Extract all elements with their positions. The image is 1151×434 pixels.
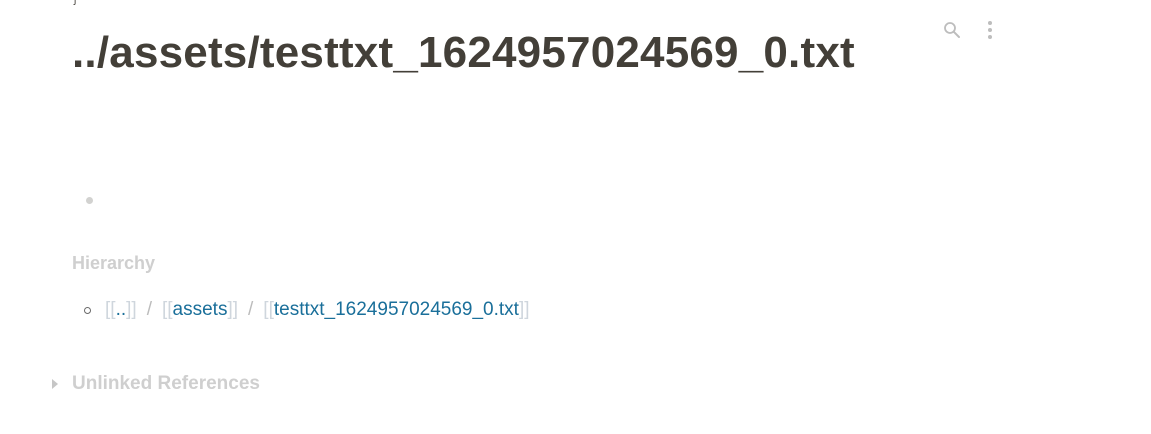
open-bracket: [[ <box>161 299 173 320</box>
path-separator: / <box>146 299 152 320</box>
unlinked-references-toggle[interactable]: Unlinked References <box>52 371 260 397</box>
hierarchy-path: [[..]] / [[assets]] / [[testtxt_16249570… <box>84 296 530 324</box>
open-bracket: [[ <box>263 299 274 320</box>
page-container: ʃ ../assets/testtxt_1624957024569_0.txt <box>0 0 1151 434</box>
page-ref-file[interactable]: testtxt_1624957024569_0.txt <box>274 299 519 321</box>
list-bullet-icon <box>84 306 91 314</box>
page-ref-assets[interactable]: assets <box>173 299 228 321</box>
open-bracket: [[ <box>105 299 116 320</box>
window-edge-mark: ʃ <box>74 0 77 6</box>
page-toolbar <box>940 20 1002 44</box>
close-bracket: ]] <box>126 299 137 320</box>
close-bracket: ]] <box>518 299 530 320</box>
page-title[interactable]: ../assets/testtxt_1624957024569_0.txt <box>72 20 912 86</box>
search-button[interactable] <box>940 20 964 44</box>
path-separator: / <box>248 299 254 320</box>
bullet-dot <box>85 196 93 204</box>
search-icon <box>943 21 961 44</box>
empty-block-bullet[interactable] <box>84 195 94 205</box>
close-bracket: ]] <box>227 299 239 320</box>
caret-right-icon <box>52 379 58 389</box>
more-vertical-icon <box>987 20 993 45</box>
more-options-button[interactable] <box>978 20 1002 44</box>
page-ref-parent[interactable]: .. <box>116 299 127 321</box>
unlinked-references-label: Unlinked References <box>72 373 260 394</box>
hierarchy-heading: Hierarchy <box>72 253 156 273</box>
